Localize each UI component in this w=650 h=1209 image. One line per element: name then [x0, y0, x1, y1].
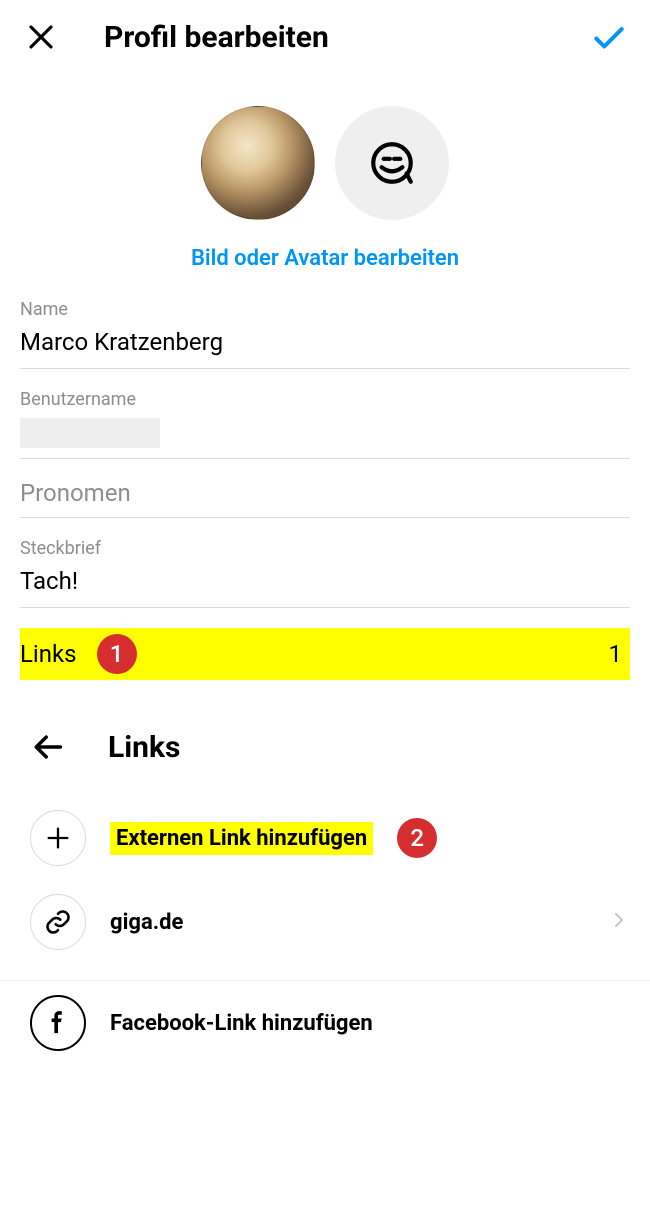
link-icon	[44, 908, 72, 936]
links-count: 1	[609, 640, 623, 668]
existing-link-label: giga.de	[110, 910, 183, 935]
bio-label: Steckbrief	[20, 538, 630, 559]
add-facebook-link-label: Facebook-Link hinzufügen	[110, 1011, 373, 1036]
close-icon	[26, 22, 56, 52]
name-value: Marco Kratzenberg	[20, 328, 630, 358]
avatar-icon	[367, 138, 417, 188]
confirm-button[interactable]	[590, 18, 628, 56]
links-subheader: Links	[0, 710, 650, 776]
facebook-icon	[45, 1010, 71, 1036]
plus-icon	[44, 824, 72, 852]
username-value-redacted	[20, 418, 160, 448]
name-label: Name	[20, 299, 630, 320]
profile-form: Name Marco Kratzenberg Benutzername Pron…	[0, 299, 650, 608]
links-navigation-row[interactable]: Links 1 1	[20, 628, 630, 680]
page-title: Profil bearbeiten	[104, 20, 590, 55]
profile-photo[interactable]	[201, 106, 315, 220]
edit-picture-link[interactable]: Bild oder Avatar bearbeiten	[0, 246, 650, 271]
avatar-row	[0, 106, 650, 220]
add-external-link-row[interactable]: Externen Link hinzufügen 2	[0, 796, 650, 880]
back-button[interactable]	[30, 728, 68, 766]
existing-link-row[interactable]: giga.de	[0, 880, 650, 964]
close-button[interactable]	[22, 18, 60, 56]
annotation-marker-2: 2	[397, 818, 437, 858]
link-icon-circle	[30, 894, 86, 950]
name-field[interactable]: Name Marco Kratzenberg	[20, 299, 630, 369]
username-label: Benutzername	[20, 389, 630, 410]
pronouns-placeholder: Pronomen	[20, 479, 630, 507]
back-arrow-icon	[32, 730, 66, 764]
add-facebook-link-row[interactable]: Facebook-Link hinzufügen	[0, 981, 650, 1065]
avatar-option[interactable]	[335, 106, 449, 220]
bio-field[interactable]: Steckbrief Tach!	[20, 538, 630, 608]
link-list: Externen Link hinzufügen 2 giga.de Faceb…	[0, 796, 650, 1065]
bio-value: Tach!	[20, 567, 630, 597]
pronouns-field[interactable]: Pronomen	[20, 479, 630, 518]
username-field[interactable]: Benutzername	[20, 389, 630, 459]
plus-icon-circle	[30, 810, 86, 866]
edit-profile-header: Profil bearbeiten	[0, 0, 650, 66]
facebook-icon-circle	[30, 995, 86, 1051]
annotation-marker-1: 1	[97, 634, 137, 674]
add-external-link-label: Externen Link hinzufügen	[110, 822, 373, 855]
check-icon	[590, 17, 628, 57]
links-title: Links	[108, 730, 180, 765]
chevron-right-icon	[610, 906, 628, 938]
links-row-label: Links	[20, 640, 77, 668]
